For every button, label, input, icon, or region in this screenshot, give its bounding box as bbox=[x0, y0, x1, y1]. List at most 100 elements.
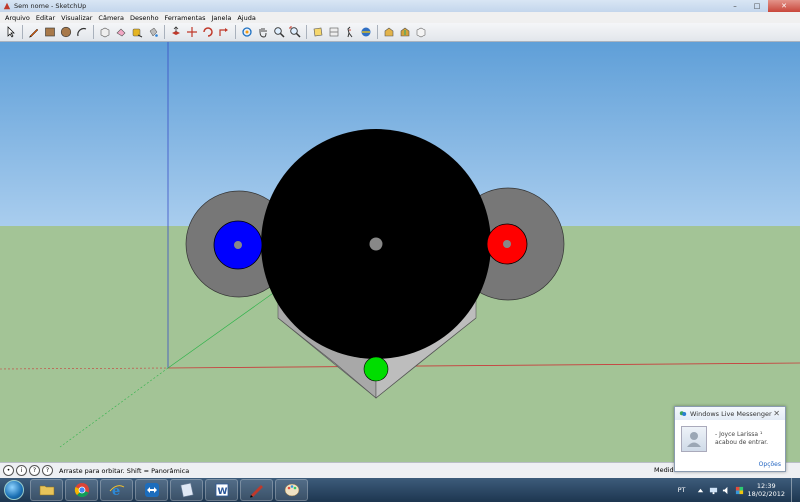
follow-me-tool-button[interactable] bbox=[216, 25, 231, 40]
status-hint: Arraste para orbitar. Shift = Panorâmica bbox=[59, 466, 190, 475]
flag-icon[interactable] bbox=[735, 486, 744, 495]
share-model-icon bbox=[400, 27, 409, 37]
menu-editar[interactable]: Editar bbox=[33, 14, 58, 22]
volume-icon[interactable] bbox=[722, 486, 731, 495]
pencil-tool-button[interactable] bbox=[26, 25, 41, 40]
modeling-viewport[interactable] bbox=[0, 42, 800, 462]
clock-time: 12:39 bbox=[756, 482, 776, 490]
rotate-icon bbox=[202, 27, 213, 37]
menu-arquivo[interactable]: Arquivo bbox=[2, 14, 33, 22]
taskbar-chrome[interactable] bbox=[65, 479, 98, 501]
viewport-canvas[interactable] bbox=[0, 42, 800, 462]
notification-header: Windows Live Messenger bbox=[675, 407, 785, 420]
section-plane-tool-button[interactable] bbox=[310, 25, 325, 40]
person-icon bbox=[687, 432, 701, 447]
pencil-icon bbox=[28, 28, 38, 38]
contact-avatar bbox=[681, 426, 707, 452]
minimize-button[interactable]: – bbox=[724, 0, 746, 12]
toolbar-separator bbox=[22, 25, 23, 39]
eraser-tool-button[interactable] bbox=[113, 25, 128, 40]
menu-camera[interactable]: Câmera bbox=[95, 14, 127, 22]
taskbar-explorer[interactable] bbox=[30, 479, 63, 501]
pan-tool-button[interactable] bbox=[255, 25, 270, 40]
get-models-button[interactable] bbox=[381, 25, 396, 40]
title-bar: Sem nome - SketchUp – □ ✕ bbox=[0, 0, 800, 12]
taskbar-internet-explorer[interactable]: e bbox=[100, 479, 133, 501]
zoom-extents-icon bbox=[289, 26, 301, 38]
notification-message: - Joyce Larissa ¹ acabou de entrar. bbox=[715, 431, 768, 452]
taskbar-paint[interactable] bbox=[275, 479, 308, 501]
component-icon bbox=[100, 27, 109, 38]
window-controls: – □ ✕ bbox=[724, 0, 800, 12]
pan-hand-icon bbox=[259, 28, 266, 38]
walk-icon bbox=[346, 26, 352, 38]
show-desktop-button[interactable] bbox=[791, 478, 800, 502]
credits-icon[interactable]: i bbox=[16, 465, 27, 476]
walk-tool-button[interactable] bbox=[342, 25, 357, 40]
menu-desenho[interactable]: Desenho bbox=[127, 14, 162, 22]
arc-tool-button[interactable] bbox=[74, 25, 89, 40]
share-model-button[interactable] bbox=[397, 25, 412, 40]
orbit-tool-button[interactable] bbox=[239, 25, 254, 40]
box-icon bbox=[416, 27, 425, 38]
push-pull-icon bbox=[171, 26, 180, 35]
circle-tool-button[interactable] bbox=[58, 25, 73, 40]
instructor-icon[interactable]: ? bbox=[42, 465, 53, 476]
chrome-icon bbox=[74, 483, 89, 498]
paint-bucket-icon bbox=[149, 27, 158, 37]
push-pull-tool-button[interactable] bbox=[168, 25, 183, 40]
tape-measure-tool-button[interactable] bbox=[129, 25, 144, 40]
circle-icon bbox=[60, 26, 71, 38]
warehouse-icon bbox=[384, 27, 393, 37]
notification-options-link[interactable]: Opções bbox=[759, 461, 781, 468]
menu-bar: Arquivo Editar Visualizar Câmera Desenho… bbox=[0, 12, 800, 23]
rectangle-icon bbox=[44, 27, 55, 37]
menu-ajuda[interactable]: Ajuda bbox=[234, 14, 258, 22]
sketchup-app-icon bbox=[3, 2, 11, 10]
menu-ferramentas[interactable]: Ferramentas bbox=[162, 14, 209, 22]
make-component-button[interactable] bbox=[97, 25, 112, 40]
position-camera-button[interactable] bbox=[358, 25, 373, 40]
system-clock[interactable]: 12:39 18/02/2012 bbox=[748, 482, 785, 498]
taskbar-sketchup[interactable] bbox=[240, 479, 273, 501]
windows-orb-icon bbox=[4, 480, 24, 500]
follow-me-icon bbox=[218, 28, 228, 36]
maximize-button[interactable]: □ bbox=[746, 0, 768, 12]
toolbar-separator bbox=[93, 25, 94, 39]
taskbar-notepad[interactable] bbox=[170, 479, 203, 501]
move-tool-button[interactable] bbox=[184, 25, 199, 40]
taskbar-word[interactable]: W bbox=[205, 479, 238, 501]
section-plane-icon bbox=[313, 27, 322, 37]
language-indicator[interactable]: PT bbox=[678, 486, 686, 494]
menu-janela[interactable]: Janela bbox=[209, 14, 235, 22]
eraser-icon bbox=[116, 28, 125, 37]
network-icon[interactable] bbox=[709, 486, 718, 495]
red-disc-hub bbox=[503, 240, 511, 248]
add-location-button[interactable] bbox=[326, 25, 341, 40]
help-icon[interactable]: ? bbox=[29, 465, 40, 476]
paint-bucket-tool-button[interactable] bbox=[145, 25, 160, 40]
geo-location-icon[interactable]: • bbox=[3, 465, 14, 476]
toolbar-separator bbox=[377, 25, 378, 39]
position-camera-icon bbox=[361, 27, 370, 37]
close-button[interactable]: ✕ bbox=[768, 0, 800, 12]
rotate-tool-button[interactable] bbox=[200, 25, 215, 40]
menu-visualizar[interactable]: Visualizar bbox=[58, 14, 95, 22]
messenger-notification[interactable]: Windows Live Messenger ✕ - Joyce Larissa… bbox=[674, 406, 786, 472]
rectangle-tool-button[interactable] bbox=[42, 25, 57, 40]
extension-warehouse-button[interactable] bbox=[413, 25, 428, 40]
word-icon: W bbox=[215, 483, 228, 497]
zoom-icon bbox=[273, 27, 285, 38]
notification-close-icon[interactable]: ✕ bbox=[773, 409, 780, 418]
toolbar-separator bbox=[306, 25, 307, 39]
zoom-tool-button[interactable] bbox=[271, 25, 286, 40]
move-icon bbox=[186, 27, 197, 37]
tray-arrow-icon[interactable] bbox=[696, 486, 705, 495]
select-tool-button[interactable] bbox=[3, 25, 18, 40]
zoom-extents-tool-button[interactable] bbox=[287, 25, 302, 40]
start-button[interactable] bbox=[0, 478, 28, 502]
notepad-icon bbox=[180, 482, 193, 498]
teamviewer-icon bbox=[144, 483, 159, 497]
messenger-icon bbox=[679, 410, 687, 416]
taskbar-teamviewer[interactable] bbox=[135, 479, 168, 501]
